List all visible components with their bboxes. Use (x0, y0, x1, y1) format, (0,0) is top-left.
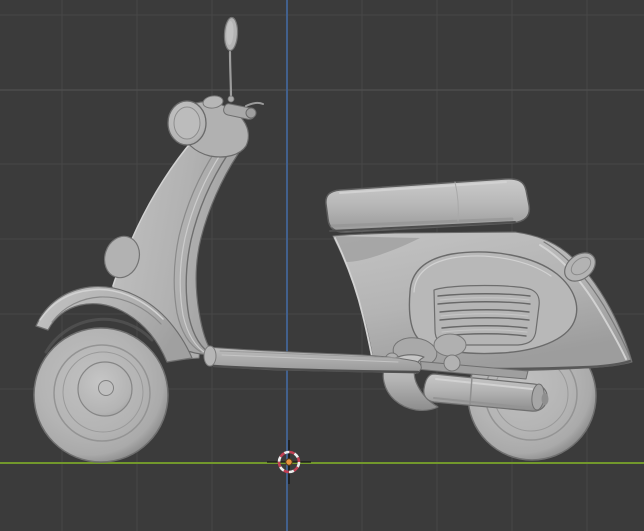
engine-cover (433, 333, 467, 357)
front-axle (98, 380, 114, 396)
mirror-stem (228, 50, 233, 101)
shock-mount (443, 354, 461, 372)
viewport-canvas[interactable] (0, 0, 644, 531)
cursor-center-dot (285, 458, 293, 466)
headlamp-ring (173, 106, 201, 140)
grip-endcap (245, 107, 257, 119)
floorboard-endcap (203, 345, 217, 367)
mirror-mount (227, 95, 235, 103)
exhaust-tip (541, 393, 549, 405)
blender-3d-viewport[interactable] (0, 0, 644, 531)
